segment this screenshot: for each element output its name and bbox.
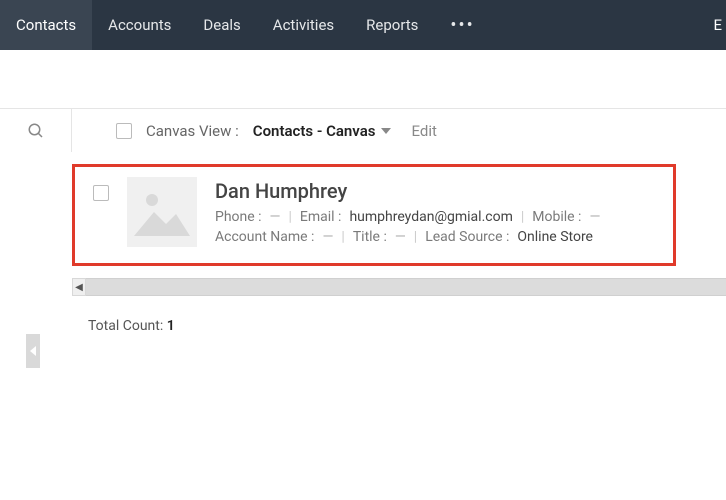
top-nav: Contacts Accounts Deals Activities Repor… xyxy=(0,0,726,50)
canvas-view-value: Contacts - Canvas xyxy=(253,122,376,140)
nav-overflow-button[interactable]: ••• xyxy=(434,0,490,50)
email-value[interactable]: humphreydan@gmial.com xyxy=(349,209,512,225)
title-label: Title : xyxy=(353,229,387,245)
email-label: Email : xyxy=(300,209,342,225)
image-placeholder-icon xyxy=(132,186,192,238)
title-value: — xyxy=(395,229,406,245)
account-name-value: — xyxy=(322,229,333,245)
search-icon xyxy=(27,122,45,140)
horizontal-scrollbar[interactable]: ◀ xyxy=(72,278,726,296)
sidebar-collapse-handle[interactable] xyxy=(26,334,40,368)
edit-view-link[interactable]: Edit xyxy=(411,122,436,140)
avatar-placeholder xyxy=(127,177,197,247)
mobile-value: — xyxy=(589,209,600,225)
nav-tab-accounts[interactable]: Accounts xyxy=(92,0,187,50)
contact-name[interactable]: Dan Humphrey xyxy=(215,179,657,203)
total-count-value: 1 xyxy=(167,318,175,334)
row-checkbox[interactable] xyxy=(93,185,109,201)
hscroll-track[interactable] xyxy=(86,278,726,296)
chevron-left-icon xyxy=(30,346,36,356)
phone-value: — xyxy=(270,209,281,225)
view-toolbar: Canvas View : Contacts - Canvas Edit xyxy=(0,108,726,152)
hscroll-left-button[interactable]: ◀ xyxy=(72,278,86,296)
contact-card-highlight: Dan Humphrey Phone : — | Email : humphre… xyxy=(72,164,676,266)
canvas-view-dropdown[interactable]: Contacts - Canvas xyxy=(253,122,392,140)
contact-field-line-1: Phone : — | Email : humphreydan@gmial.co… xyxy=(215,209,657,225)
mobile-label: Mobile : xyxy=(532,209,581,225)
nav-tab-reports[interactable]: Reports xyxy=(350,0,434,50)
search-button[interactable] xyxy=(0,109,72,152)
header-gap xyxy=(0,50,726,108)
contact-field-line-2: Account Name : — | Title : — | Lead Sour… xyxy=(215,229,657,245)
field-separator: | xyxy=(521,209,524,225)
field-separator: | xyxy=(341,229,344,245)
chevron-down-icon xyxy=(381,126,391,136)
field-separator: | xyxy=(288,209,291,225)
lead-source-label: Lead Source : xyxy=(425,229,509,245)
lead-source-value: Online Store xyxy=(517,229,593,245)
contact-card[interactable]: Dan Humphrey Phone : — | Email : humphre… xyxy=(93,177,657,249)
phone-label: Phone : xyxy=(215,209,262,225)
total-count: Total Count: 1 xyxy=(88,318,726,334)
nav-tab-activities[interactable]: Activities xyxy=(257,0,350,50)
field-separator: | xyxy=(414,229,417,245)
nav-right-edge: E xyxy=(703,0,726,50)
nav-tab-contacts[interactable]: Contacts xyxy=(0,0,92,50)
nav-tab-deals[interactable]: Deals xyxy=(187,0,256,50)
account-name-label: Account Name : xyxy=(215,229,314,245)
canvas-view-label: Canvas View : xyxy=(146,122,239,140)
content-area: Dan Humphrey Phone : — | Email : humphre… xyxy=(0,164,726,334)
select-all-checkbox[interactable] xyxy=(116,123,132,139)
total-count-label: Total Count: xyxy=(88,318,163,334)
